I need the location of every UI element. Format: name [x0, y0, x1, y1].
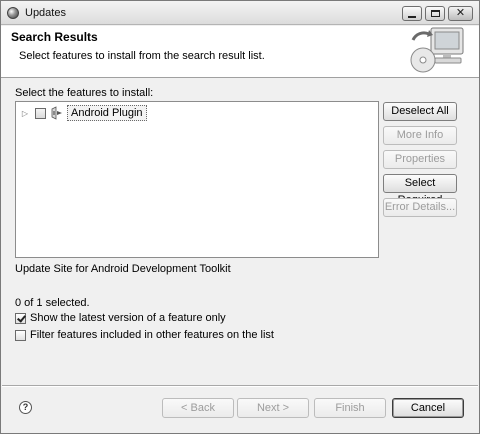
- minimize-button[interactable]: [402, 6, 422, 21]
- error-details-button[interactable]: Error Details...: [383, 198, 457, 217]
- show-latest-checkbox[interactable]: [15, 312, 26, 324]
- wizard-header: Search Results Select features to instal…: [1, 26, 479, 78]
- filter-included-label: Filter features included in other featur…: [30, 329, 274, 341]
- select-required-button[interactable]: Select Required: [383, 174, 457, 206]
- maximize-button[interactable]: [425, 6, 445, 21]
- finish-button[interactable]: Finish: [314, 398, 386, 418]
- deselect-all-button[interactable]: Deselect All: [383, 102, 457, 121]
- maximize-icon: [430, 10, 440, 17]
- show-latest-option[interactable]: Show the latest version of a feature onl…: [15, 312, 226, 324]
- feature-plugin-icon: [51, 106, 62, 120]
- window-title: Updates: [25, 7, 66, 19]
- minimize-icon: [408, 15, 416, 18]
- features-label: Select the features to install:: [15, 87, 154, 99]
- show-latest-label: Show the latest version of a feature onl…: [30, 312, 226, 324]
- feature-label[interactable]: Android Plugin: [67, 105, 147, 121]
- properties-button[interactable]: Properties: [383, 150, 457, 169]
- next-button[interactable]: Next >: [237, 398, 309, 418]
- feature-checkbox[interactable]: [35, 107, 46, 119]
- feature-description: Update Site for Android Development Tool…: [15, 263, 231, 275]
- title-bar[interactable]: Updates ✕: [1, 1, 479, 25]
- updates-dialog: Updates ✕ Search Results Select features…: [0, 0, 480, 434]
- back-button[interactable]: < Back: [162, 398, 234, 418]
- selection-count: 0 of 1 selected.: [15, 297, 90, 309]
- filter-included-option[interactable]: Filter features included in other featur…: [15, 329, 274, 341]
- footer-separator: [2, 385, 478, 387]
- cancel-button[interactable]: Cancel: [392, 398, 464, 418]
- eclipse-icon: [7, 7, 19, 19]
- tree-item-android-plugin[interactable]: ▷ Android Plugin: [20, 105, 147, 121]
- close-icon: ✕: [455, 7, 466, 19]
- more-info-button[interactable]: More Info: [383, 126, 457, 145]
- expand-arrow-icon[interactable]: ▷: [20, 108, 30, 118]
- filter-included-checkbox[interactable]: [15, 329, 26, 341]
- feature-tree[interactable]: ▷ Android Plugin: [15, 101, 379, 258]
- page-title: Search Results: [11, 30, 98, 44]
- close-button[interactable]: ✕: [448, 6, 473, 21]
- page-description: Select features to install from the sear…: [19, 50, 265, 62]
- help-icon[interactable]: ?: [19, 401, 32, 414]
- update-computer-graphic: [410, 27, 464, 73]
